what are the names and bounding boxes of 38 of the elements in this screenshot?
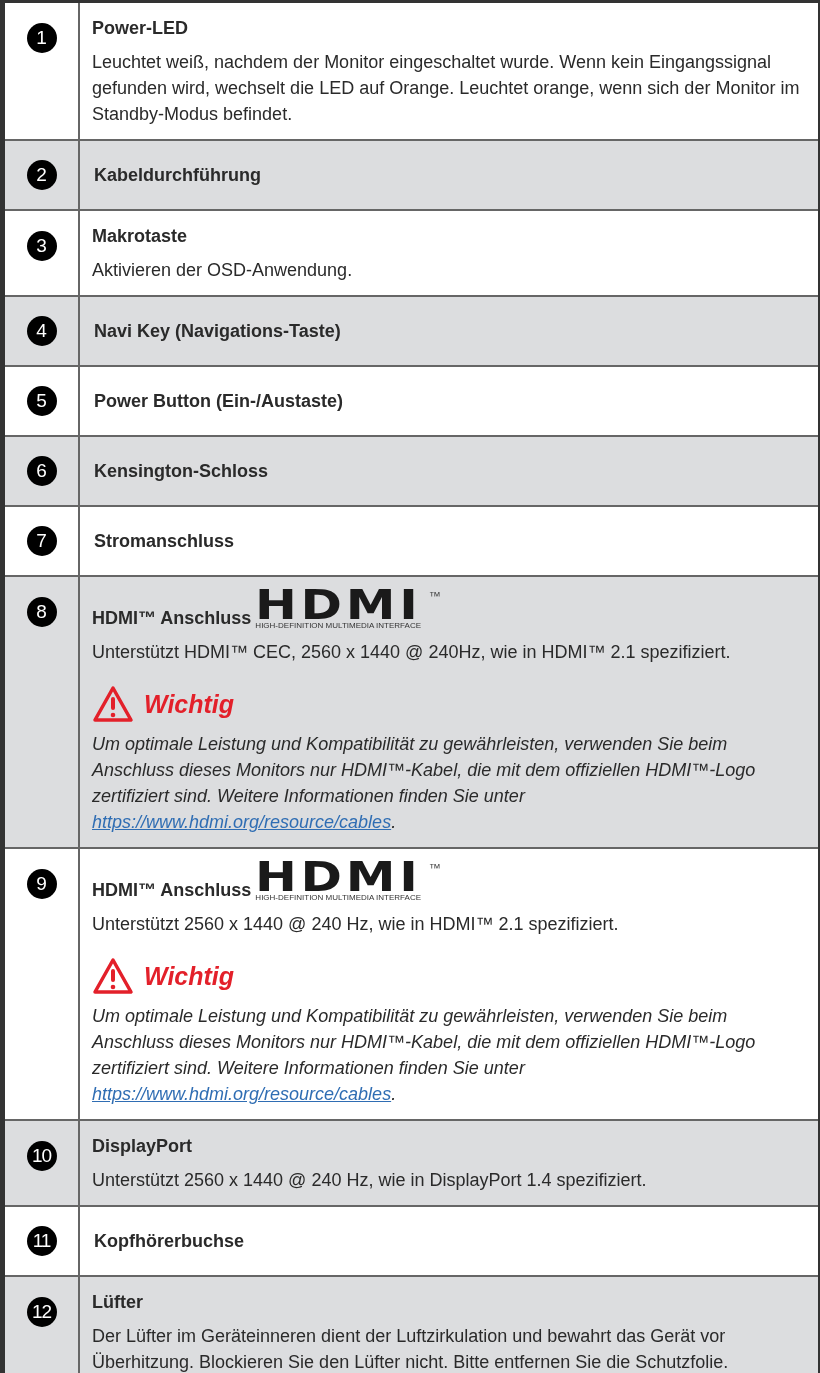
number-badge: 9 <box>26 869 57 899</box>
number-badge: 7 <box>26 526 57 556</box>
item-title: Navi Key (Navigations-Taste) <box>94 320 342 343</box>
item-description: Leuchtet weiß, nachdem der Monitor eingeschaltet wurde. Wenn kein Eingangssignal gefunden wird, wechselt die LED auf Orange. Leuchtet orange, wenn sich der Monitor im Standby-Modus befindet. <box>92 51 801 126</box>
item-description: Unterstützt 2560 x 1440 @ 240 Hz, wie in DisplayPort 1.4 spezifiziert. <box>92 1169 648 1192</box>
item-description: Unterstützt 2560 x 1440 @ 240 Hz, wie in HDMI™ 2.1 spezifiziert. <box>92 913 620 936</box>
note-title: Wichtig <box>144 689 235 719</box>
number-badge: 4 <box>26 316 57 346</box>
number-badge: 3 <box>26 231 57 261</box>
item-title: Lüfter <box>92 1291 144 1314</box>
number-badge: 11 <box>26 1226 57 1256</box>
item-description: Aktivieren der OSD-Anwendung. <box>92 259 354 282</box>
item-description: Unterstützt HDMI™ CEC, 2560 x 1440 @ 240Hz, wie in HDMI™ 2.1 spezifiziert. <box>92 641 732 664</box>
item-title: Stromanschluss <box>94 530 236 553</box>
item-title: Kabeldurchführung <box>94 164 262 187</box>
number-badge: 5 <box>26 386 57 416</box>
note-text: Um optimale Leistung und Kompatibilität zu gewährleisten, verwenden Sie beim Anschluss dieses Monitors nur HDMI™-Kabel, die mit dem offiziellen HDMI™-Logo zertifiziert sind. Weitere Informationen finden Sie unter https://www.hdmi.org/resource/cables. <box>92 1005 757 1106</box>
number-badge: 1 <box>26 23 57 53</box>
item-title: Kopfhörerbuchse <box>94 1230 245 1253</box>
warning-icon <box>92 685 134 723</box>
note-text: Um optimale Leistung und Kompatibilität zu gewährleisten, verwenden Sie beim Anschluss dieses Monitors nur HDMI™-Kabel, die mit dem offiziellen HDMI™-Logo zertifiziert sind. Weitere Informationen finden Sie unter https://www.hdmi.org/resource/cables. <box>92 733 757 834</box>
number-badge: 2 <box>26 160 57 190</box>
cables-link[interactable]: https://www.hdmi.org/resource/cables <box>92 1084 392 1104</box>
item-title: DisplayPort <box>92 1135 194 1158</box>
number-badge: 12 <box>26 1297 57 1327</box>
number-badge: 6 <box>26 456 57 486</box>
item-title: HDMI™ Anschluss <box>92 879 252 902</box>
number-badge: 8 <box>26 597 57 627</box>
note-title: Wichtig <box>144 961 235 991</box>
item-title: Kensington-Schloss <box>94 460 269 483</box>
item-title: Makrotaste <box>92 225 189 248</box>
cables-link[interactable]: https://www.hdmi.org/resource/cables <box>92 812 392 832</box>
item-title: Power Button (Ein-/Austaste) <box>94 390 344 413</box>
item-title: Power-LED <box>92 17 189 40</box>
item-description: Der Lüfter im Geräteinneren dient der Luftzirkulation und bewahrt das Gerät vor Überhitzung. Blockieren Sie den Lüfter nicht. Bitte entfernen Sie die Schutzfolie. <box>92 1325 730 1373</box>
number-badge: 10 <box>26 1141 57 1171</box>
item-title: HDMI™ Anschluss <box>92 607 252 630</box>
warning-icon <box>92 957 134 995</box>
